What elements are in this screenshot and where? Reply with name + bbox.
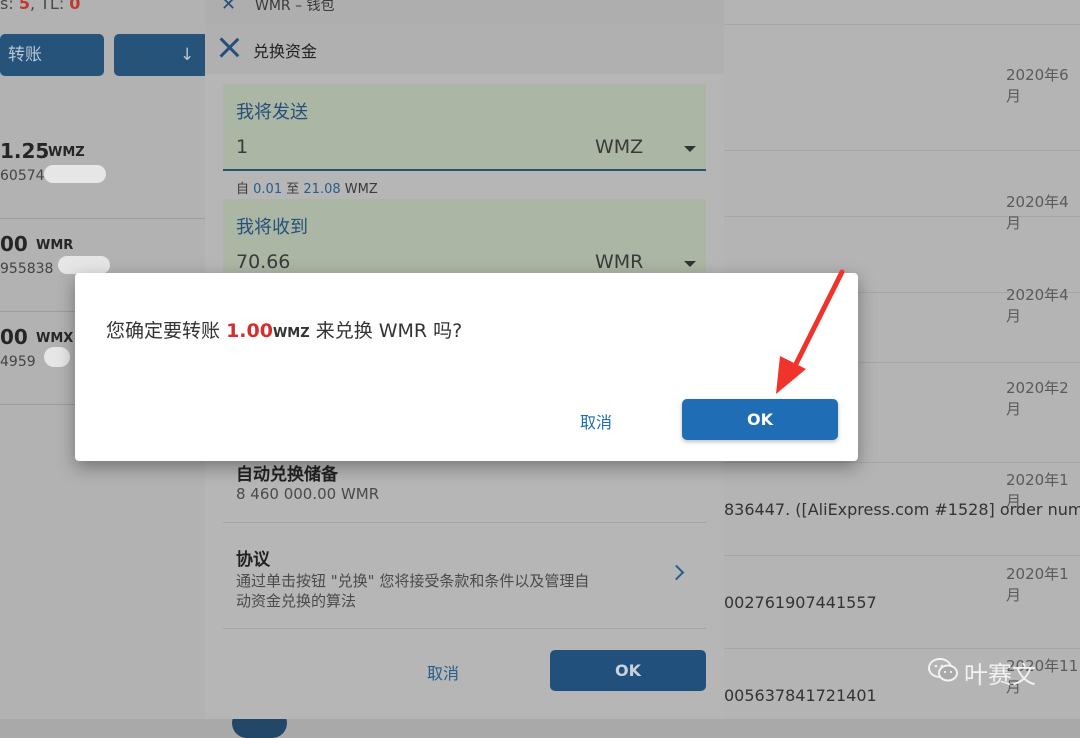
confirm-dialog: 您确定要转账 1.00WMZ 来兑换 WMR 吗? 取消 OK	[75, 273, 858, 461]
close-icon[interactable]	[219, 37, 239, 57]
chevron-right-icon[interactable]	[668, 564, 685, 581]
confirm-message: 您确定要转账 1.00WMZ 来兑换 WMR 吗?	[106, 320, 463, 342]
redaction-blob	[44, 165, 106, 183]
history-date: 2020年2月	[1006, 379, 1069, 418]
agreement-title: 协议	[236, 550, 270, 570]
field-underline	[223, 169, 706, 171]
history-date: 2020年4月	[1006, 193, 1069, 232]
receive-amount-input[interactable]: 70.66	[236, 251, 290, 273]
confirm-amount-currency: WMZ	[272, 326, 310, 341]
dropdown-arrow-icon[interactable]	[684, 146, 696, 152]
history-date: 2020年1月	[1006, 565, 1069, 604]
send-label: 我将发送	[236, 102, 308, 123]
redaction-blob	[44, 347, 70, 367]
sheet-header: 兑换资金	[205, 24, 724, 74]
send-amount-input[interactable]: 1	[236, 136, 248, 158]
wallet-item[interactable]: 1.25 WMZ 60574	[0, 125, 205, 219]
status-line: s: 5, TL: 0	[0, 0, 81, 13]
history-row	[724, 0, 1080, 25]
history-date: 2020年4月	[1006, 286, 1069, 325]
receive-currency-select[interactable]: WMR	[595, 251, 643, 273]
dialog-cancel-button[interactable]: 取消	[580, 409, 612, 433]
sheet-ok-button[interactable]: OK	[550, 650, 706, 691]
sheet-title: 兑换资金	[253, 42, 318, 61]
agreement-text: 通过单击按钮 "兑换" 您将接受条款和条件以及管理自	[236, 572, 590, 590]
history-description: 836447. ([AliExpress.com #1528] order nu…	[724, 500, 1080, 519]
sheet-cancel-button[interactable]: 取消	[427, 660, 459, 684]
history-date: 2020年6月	[1006, 66, 1069, 105]
reserve-title: 自动兑换储备	[236, 465, 338, 485]
wechat-icon	[928, 658, 958, 682]
dialog-ok-button[interactable]: OK	[682, 399, 838, 440]
divider	[223, 628, 706, 629]
divider	[223, 522, 706, 523]
dropdown-arrow-icon[interactable]	[684, 261, 696, 267]
wallet-window-title: ✕ WMR – 钱包	[205, 0, 724, 24]
confirm-amount: 1.00	[226, 320, 273, 342]
receive-button[interactable]: ↓	[114, 34, 214, 76]
history-description: 005637841721401	[724, 686, 877, 705]
agreement-text: 动资金兑换的算法	[236, 592, 357, 610]
amount-range: 自 0.01 至 21.08 WMZ	[236, 182, 378, 197]
redaction-blob	[58, 256, 110, 274]
send-field[interactable]: 我将发送 1 WMZ	[223, 84, 706, 171]
watermark-text: 叶赛文	[964, 661, 1036, 689]
reserve-value: 8 460 000.00 WMR	[236, 485, 380, 503]
transfer-button[interactable]: 转账	[0, 34, 104, 76]
receive-label: 我将收到	[236, 217, 308, 238]
close-icon[interactable]: ✕	[221, 0, 236, 15]
send-currency-select[interactable]: WMZ	[595, 136, 643, 158]
history-description: 002761907441557	[724, 593, 877, 612]
